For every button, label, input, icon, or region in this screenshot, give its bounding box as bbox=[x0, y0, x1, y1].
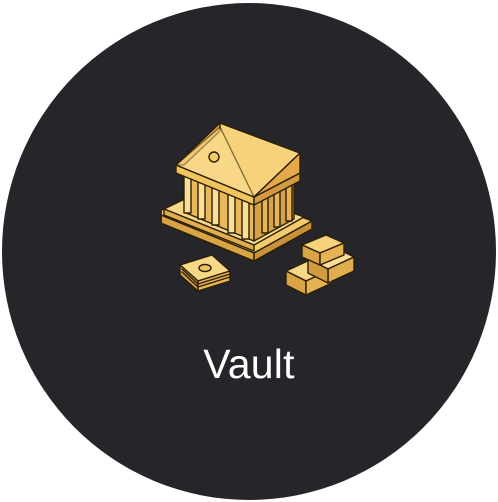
cash-stack-icon bbox=[179, 254, 231, 292]
vault-label: Vault bbox=[203, 341, 295, 387]
app-tile-container: Vault bbox=[0, 0, 498, 502]
vault-illustration bbox=[162, 122, 355, 296]
bank-building-icon bbox=[162, 122, 313, 262]
gold-bars-icon bbox=[285, 234, 355, 296]
vault-tile[interactable]: Vault bbox=[2, 3, 496, 500]
